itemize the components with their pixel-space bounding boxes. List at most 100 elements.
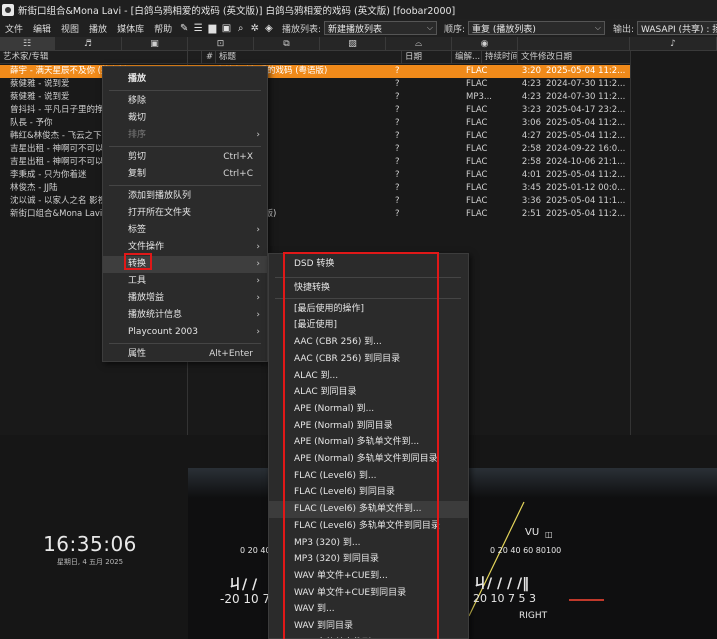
order-select[interactable]: 重复 (播放列表) ⌵ [468, 21, 605, 35]
tab-info[interactable]: ▣ [122, 37, 188, 51]
context-menu-item-label: 转换 [128, 259, 147, 269]
context-menu-item[interactable]: 转换 › [103, 256, 267, 273]
convert-menu-item[interactable]: FLAC (Level6) 到... [269, 468, 468, 485]
tab-music[interactable]: ♬ [55, 37, 122, 51]
tab-note[interactable]: ♪ [630, 37, 717, 51]
context-menu-item[interactable]: 裁切 [103, 110, 267, 127]
output-select[interactable]: WASAPI (共享) : 扬 [636, 21, 717, 35]
convert-menu-item[interactable]: [最近使用] [269, 317, 468, 334]
folder-icon[interactable]: ▆ [207, 23, 217, 34]
search-icon[interactable]: ⌕ [236, 23, 246, 34]
order-label: 顺序: [443, 24, 466, 35]
context-menu-item[interactable]: 标签 › [103, 222, 267, 239]
header-file-modified[interactable]: 文件修改日期 [518, 51, 630, 64]
menu-help[interactable]: 帮助 [149, 22, 177, 35]
table-row[interactable]: 新街口组合&Mona Lavi的戏码 (英文版)?FLAC2:512025-05… [0, 208, 630, 221]
tab-blank[interactable] [518, 37, 630, 51]
convert-menu-item[interactable]: DSD 转换 [269, 256, 468, 273]
context-menu-item[interactable]: 播放统计信息 › [103, 307, 267, 324]
context-menu-item[interactable]: Playcount 2003 › [103, 324, 267, 341]
table-row[interactable]: 蔡健雅 - 说到爱? FLAC 4:23 2024-07-30 11:2... [0, 78, 630, 91]
header-date[interactable]: 日期 [402, 51, 452, 64]
table-row[interactable]: 吉星出租 - 神啊可不可以? FLAC 2:58 2024-09-22 16:0... [0, 143, 630, 156]
convert-menu-item[interactable]: WAV 单文件+CUE到... [269, 568, 468, 585]
tab-copy[interactable]: ⧉ [254, 37, 320, 51]
context-menu-item[interactable]: 文件操作 › [103, 239, 267, 256]
music-note-icon: ♪ [670, 39, 676, 49]
table-row[interactable]: 队長 - 予你? FLAC 3:06 2025-05-04 11:2... [0, 117, 630, 130]
output-label: 输出: [612, 24, 634, 35]
convert-menu-item[interactable]: APE (Normal) 到同目录 [269, 418, 468, 435]
convert-menu-item[interactable]: 快捷转换 [269, 280, 468, 297]
table-row[interactable]: 吉星出租 - 神啊可不可以? FLAC 2:58 2024-10-06 21:1... [0, 156, 630, 169]
playlist-select[interactable]: 新建播放列表 ⌵ [324, 21, 437, 35]
convert-menu-item[interactable]: MP3 (320) 到同目录 [269, 551, 468, 568]
table-row[interactable]: 蔡健雅 - 说到爱? MP3... 4:23 2024-07-30 11:2... [0, 91, 630, 104]
context-menu-item-label: 播放增益 [128, 293, 165, 303]
vu-scale-top: 0 20 40 [240, 546, 271, 555]
convert-menu-item[interactable]: WAV 单文件+CUE到同目录 [269, 585, 468, 602]
context-menu-item[interactable]: 添加到播放队列 [103, 188, 267, 205]
shield-icon[interactable]: ◈ [264, 23, 274, 34]
convert-menu-item[interactable]: AAC (CBR 256) 到... [269, 334, 468, 351]
context-menu-item[interactable]: 排序 › [103, 127, 267, 144]
table-row[interactable]: 李秉成 - 只为你着迷? FLAC 4:01 2025-05-04 11:2... [0, 169, 630, 182]
cell-date: ? [395, 196, 400, 206]
convert-menu-item[interactable]: ALAC 到同目录 [269, 384, 468, 401]
menu-file[interactable]: 文件 [0, 22, 28, 35]
table-row[interactable]: 薛宇 - 满天星辰不及你 (英文版) 白鸽乌鸦相爱的戏码 (粤语版)? FLAC 3:… [0, 65, 630, 78]
convert-menu-item[interactable]: APE (Normal) 到... [269, 401, 468, 418]
convert-menu-item[interactable]: MP3 (320) 到... [269, 535, 468, 552]
chevron-right-icon: › [256, 327, 260, 337]
context-menu-item[interactable]: 剪切 Ctrl+X [103, 149, 267, 166]
convert-menu-item[interactable]: APE (Normal) 多轨单文件到... [269, 434, 468, 451]
context-menu-item[interactable]: 属性 Alt+Enter [103, 346, 267, 363]
table-row[interactable]: 林俊杰 - JJ陆e?FLAC3:452025-01-12 00:0... [0, 182, 630, 195]
convert-menu-item[interactable]: WAV 多轨单文件到... [269, 635, 468, 639]
tab-disc[interactable]: ◉ [452, 37, 518, 51]
menu-playback[interactable]: 播放 [84, 22, 112, 35]
context-menu-item[interactable]: 工具 › [103, 273, 267, 290]
tab-tray[interactable]: ⌓ [386, 37, 452, 51]
playlist-icon[interactable]: ☰ [193, 23, 203, 34]
table-row[interactable]: 韩红&林俊杰 - 飞云之下? FLAC 4:27 2025-05-04 11:2... [0, 130, 630, 143]
convert-menu-item[interactable]: WAV 到... [269, 601, 468, 618]
context-menu-item[interactable]: 移除 [103, 93, 267, 110]
menu-separator [275, 297, 461, 299]
cell-date: ? [395, 79, 400, 89]
tab-album[interactable]: ⊡ [188, 37, 254, 51]
menu-view[interactable]: 视图 [56, 22, 84, 35]
cell-duration: 3:45 [521, 183, 541, 193]
table-row[interactable]: 曾抖抖 - 平凡日子里的挣扎挣扎?FLAC3:232025-04-17 23:2… [0, 104, 630, 117]
clock-time: 16:35:06 [43, 532, 137, 556]
header-codec[interactable]: 编解... [452, 51, 482, 64]
header-artist-album[interactable]: 艺术家/专辑 [0, 51, 188, 64]
image-icon[interactable]: ▣ [221, 23, 231, 34]
menu-library[interactable]: 媒体库 [112, 22, 149, 35]
context-menu-item[interactable]: 播放增益 › [103, 290, 267, 307]
header-title[interactable]: 标题 [216, 51, 402, 64]
header-duration[interactable]: 持续时间 [482, 51, 518, 64]
menu-toolbar: 文件 编辑 视图 播放 媒体库 帮助 ✎ ☰ ▆ ▣ ⌕ ✲ ◈ 播放列表: 新… [0, 19, 717, 37]
table-row[interactable]: 沈以诚 - 以家人之名 影视原声? FLAC 3:36 2025-05-04 11:1… [0, 195, 630, 208]
convert-menu-item[interactable]: FLAC (Level6) 到同目录 [269, 484, 468, 501]
convert-menu-item[interactable]: APE (Normal) 多轨单文件到同目录 [269, 451, 468, 468]
pen-icon[interactable]: ✎ [179, 23, 189, 34]
copy-icon: ⧉ [283, 39, 290, 49]
header-blank[interactable] [188, 51, 202, 64]
convert-menu-item[interactable]: WAV 到同目录 [269, 618, 468, 635]
convert-menu-item[interactable]: FLAC (Level6) 多轨单文件到... [269, 501, 468, 519]
context-menu-item[interactable]: 复制 Ctrl+C [103, 166, 267, 183]
context-menu-item[interactable]: 打开所在文件夹 [103, 205, 267, 222]
menu-edit[interactable]: 编辑 [28, 22, 56, 35]
tab-image[interactable]: ▨ [320, 37, 386, 51]
shortcut-label: Alt+Enter [209, 349, 253, 359]
gear-icon[interactable]: ✲ [250, 23, 260, 34]
context-menu-item[interactable]: 播放 [103, 71, 267, 88]
header-track-number[interactable]: # [202, 51, 216, 64]
convert-menu-item[interactable]: ALAC 到... [269, 368, 468, 385]
convert-menu-item[interactable]: FLAC (Level6) 多轨单文件到同目录 [269, 518, 468, 535]
convert-menu-item[interactable]: [最后使用的操作] [269, 301, 468, 318]
convert-menu-item[interactable]: AAC (CBR 256) 到同目录 [269, 351, 468, 368]
tab-library-list[interactable]: ☷ [0, 37, 55, 51]
